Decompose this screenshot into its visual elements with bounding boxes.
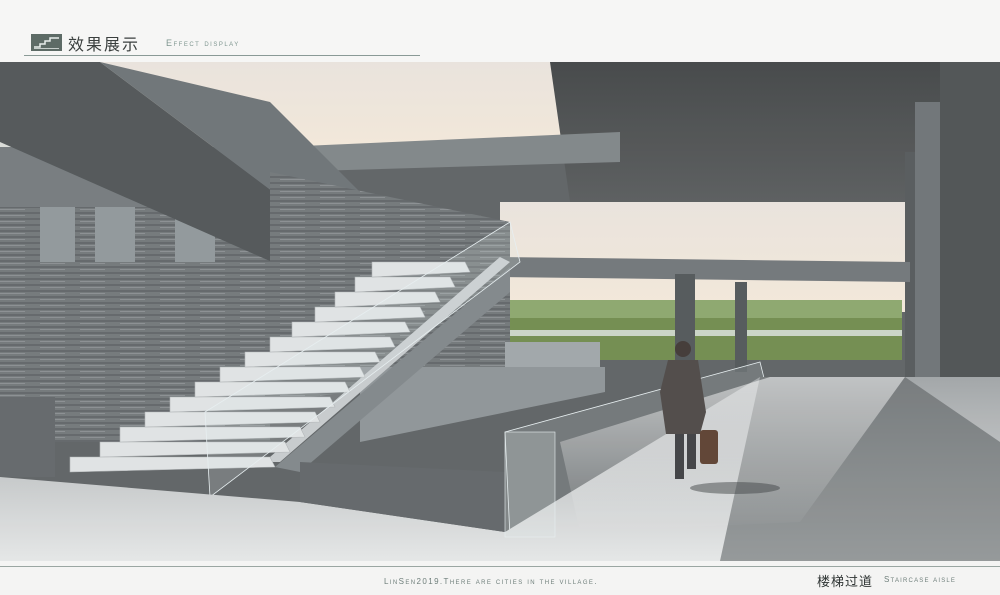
page-subtitle: Effect display [166, 38, 240, 48]
header-divider [24, 55, 420, 56]
view-title-en: Staircase aisle [884, 575, 957, 584]
footer-credit: LinSen2019.There are cities in the villa… [384, 577, 598, 586]
view-title-cn: 楼梯过道 [817, 575, 874, 590]
architectural-render-image [0, 62, 1000, 561]
page-footer: LinSen2019.There are cities in the villa… [0, 561, 1000, 595]
footer-divider [0, 566, 1000, 567]
page-title: 效果展示 [68, 35, 141, 54]
staircase-logo-icon [31, 34, 62, 51]
page-header: 效果展示 Effect display [0, 0, 1000, 62]
